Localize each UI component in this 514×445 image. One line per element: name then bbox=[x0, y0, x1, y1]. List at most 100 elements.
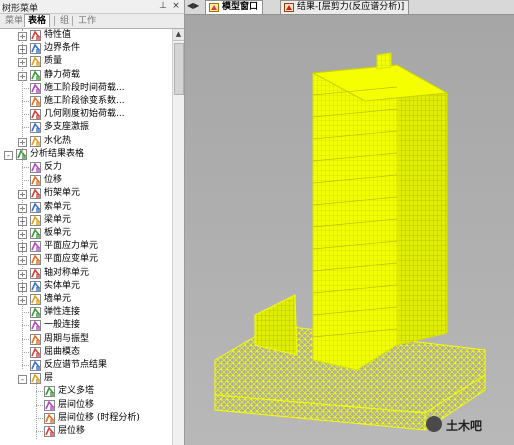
tab-work[interactable]: 工作 bbox=[75, 15, 99, 27]
tree-item-label: 反力 bbox=[44, 162, 63, 172]
eigen-icon bbox=[30, 30, 41, 41]
wall-icon bbox=[30, 294, 41, 305]
scroll-thumb[interactable] bbox=[174, 43, 184, 95]
tree-connector bbox=[36, 391, 43, 392]
tree-item[interactable]: 层间位移 bbox=[0, 399, 172, 412]
boundary-icon bbox=[30, 43, 41, 54]
tree-item[interactable]: + 轴对称单元 bbox=[0, 267, 172, 280]
pin-icon[interactable]: ⊥ bbox=[158, 1, 168, 11]
tree-item-label: 反应谱节点结果 bbox=[44, 360, 108, 370]
tree-item-label: 分析结果表格 bbox=[30, 149, 85, 159]
tree-item[interactable]: + 平面应变单元 bbox=[0, 253, 172, 266]
watermark: 土木吧 bbox=[426, 415, 496, 433]
tree-connector bbox=[22, 339, 29, 340]
tree-connector bbox=[22, 101, 29, 102]
tree-connector bbox=[22, 127, 29, 128]
mass-icon bbox=[30, 56, 41, 67]
plane-strain-icon bbox=[30, 254, 41, 265]
tree-item-label: 特性值 bbox=[44, 30, 72, 40]
tree-item[interactable]: + 水化热 bbox=[0, 135, 172, 148]
tree-item-label: 多支座激振 bbox=[44, 122, 90, 132]
tree-item[interactable]: + 边界条件 bbox=[0, 42, 172, 55]
tree-item[interactable]: + 静力荷载 bbox=[0, 69, 172, 82]
tab-result-window[interactable]: 结果-[层剪力(反应谱分析)] bbox=[280, 0, 410, 14]
buckling-icon bbox=[30, 347, 41, 358]
model-view-area: ◀▶ 模型窗口 结果-[层剪力(反应谱分析)] 土木吧 bbox=[185, 0, 514, 445]
tab-model-window-label: 模型窗口 bbox=[222, 2, 259, 12]
panel-tabs: 菜单 表格 组 工作 bbox=[0, 14, 184, 29]
tree-item-label: 静力荷载 bbox=[44, 70, 81, 80]
plate-icon bbox=[30, 228, 41, 239]
tree-item[interactable]: 一般连接 bbox=[0, 319, 172, 332]
tree-item-label: 平面应力单元 bbox=[44, 241, 99, 251]
tree-item-label: 一般连接 bbox=[44, 320, 81, 330]
tree-item[interactable]: + 实体单元 bbox=[0, 280, 172, 293]
tree-item[interactable]: 层位移 bbox=[0, 425, 172, 438]
tree-item-label: 板单元 bbox=[44, 228, 72, 238]
tree-item[interactable]: + 墙单元 bbox=[0, 293, 172, 306]
tree-item[interactable]: 几何刚度初始荷载... bbox=[0, 108, 172, 121]
tree-item-label: 质量 bbox=[44, 56, 63, 66]
tree-item-label: 层间位移 (时程分析) bbox=[58, 413, 140, 423]
tree-item[interactable]: 弹性连接 bbox=[0, 306, 172, 319]
tree-connector bbox=[22, 352, 29, 353]
tree-item[interactable]: -层 bbox=[0, 372, 172, 385]
tab-menu[interactable]: 菜单 bbox=[2, 15, 26, 27]
tab-group[interactable]: 组 bbox=[57, 15, 72, 27]
tree-item[interactable]: 反力 bbox=[0, 161, 172, 174]
tree-item[interactable]: + 索单元 bbox=[0, 201, 172, 214]
tree-item-label: 桁架单元 bbox=[44, 188, 81, 198]
tree-item[interactable]: + 梁单元 bbox=[0, 214, 172, 227]
tree-item-label: 施工阶段徐变系数... bbox=[44, 96, 125, 106]
tree-item[interactable]: 位移 bbox=[0, 174, 172, 187]
tree-item[interactable]: 施工阶段徐变系数... bbox=[0, 95, 172, 108]
tree-item-label: 平面应变单元 bbox=[44, 254, 99, 264]
tree-item-label: 水化热 bbox=[44, 136, 72, 146]
tree-item[interactable]: 施工阶段时间荷载... bbox=[0, 82, 172, 95]
construction-time-icon bbox=[30, 83, 41, 94]
tree-item[interactable]: 层间位移 (时程分析) bbox=[0, 412, 172, 425]
close-icon[interactable]: × bbox=[171, 1, 181, 11]
tree-item[interactable]: 定义多塔 bbox=[0, 385, 172, 398]
tree-view: + 特性值 + 边界条件 + 质量 + 静力荷载 施工阶段时间荷载... 施工阶段徐变系数... 几… bbox=[0, 29, 172, 445]
tree-item-label: 定义多塔 bbox=[58, 386, 95, 396]
tree-connector bbox=[22, 114, 29, 115]
tree-connector bbox=[22, 167, 29, 168]
tab-separator bbox=[72, 16, 73, 26]
model-viewport[interactable]: 土木吧 bbox=[185, 15, 514, 445]
axisymmetric-icon bbox=[30, 268, 41, 279]
tree-item-label: 梁单元 bbox=[44, 215, 72, 225]
tree-item[interactable]: 反应谱节点结果 bbox=[0, 359, 172, 372]
tree-connector bbox=[22, 29, 23, 369]
tree-item[interactable]: + 特性值 bbox=[0, 29, 172, 42]
tab-nav-arrows-icon[interactable]: ◀▶ bbox=[187, 1, 199, 10]
tree-menu-panel: 树形菜单 ⊥ × 菜单 表格 组 工作 + 特性值 + 边界条件 + 质量 + 静力荷载 施工阶… bbox=[0, 0, 185, 445]
tree-item[interactable]: + 桁架单元 bbox=[0, 187, 172, 200]
building-wireframe-model[interactable] bbox=[185, 15, 514, 445]
multi-support-icon bbox=[30, 122, 41, 133]
tree-item[interactable]: - 分析结果表格 bbox=[0, 148, 172, 161]
tree-item[interactable]: 屈曲模态 bbox=[0, 346, 172, 359]
tree-item[interactable]: + 质量 bbox=[0, 55, 172, 68]
tree-connector bbox=[36, 379, 37, 439]
truss-icon bbox=[30, 188, 41, 199]
tree-item-label: 几何刚度初始荷载... bbox=[44, 109, 125, 119]
tree-item-label: 索单元 bbox=[44, 202, 72, 212]
beam-icon bbox=[30, 215, 41, 226]
tab-table[interactable]: 表格 bbox=[24, 14, 51, 27]
tree-item[interactable]: 周期与振型 bbox=[0, 333, 172, 346]
tree-item[interactable]: + 板单元 bbox=[0, 227, 172, 240]
story-drift-icon bbox=[44, 400, 55, 411]
panel-titlebar: 树形菜单 ⊥ × bbox=[0, 0, 184, 14]
tab-model-window[interactable]: 模型窗口 bbox=[205, 0, 264, 14]
tree-connector bbox=[22, 88, 29, 89]
scroll-up-icon[interactable]: ▲ bbox=[173, 29, 184, 41]
collapse-icon[interactable]: - bbox=[4, 151, 13, 160]
tree-connector bbox=[22, 365, 29, 366]
reaction-icon bbox=[30, 162, 41, 173]
tree-item[interactable]: + 平面应力单元 bbox=[0, 240, 172, 253]
tree-item[interactable]: 多支座激振 bbox=[0, 121, 172, 134]
model-window-icon bbox=[209, 3, 219, 12]
tree-scrollbar[interactable]: ▲ bbox=[172, 29, 184, 445]
collapse-icon[interactable]: - bbox=[18, 375, 27, 384]
